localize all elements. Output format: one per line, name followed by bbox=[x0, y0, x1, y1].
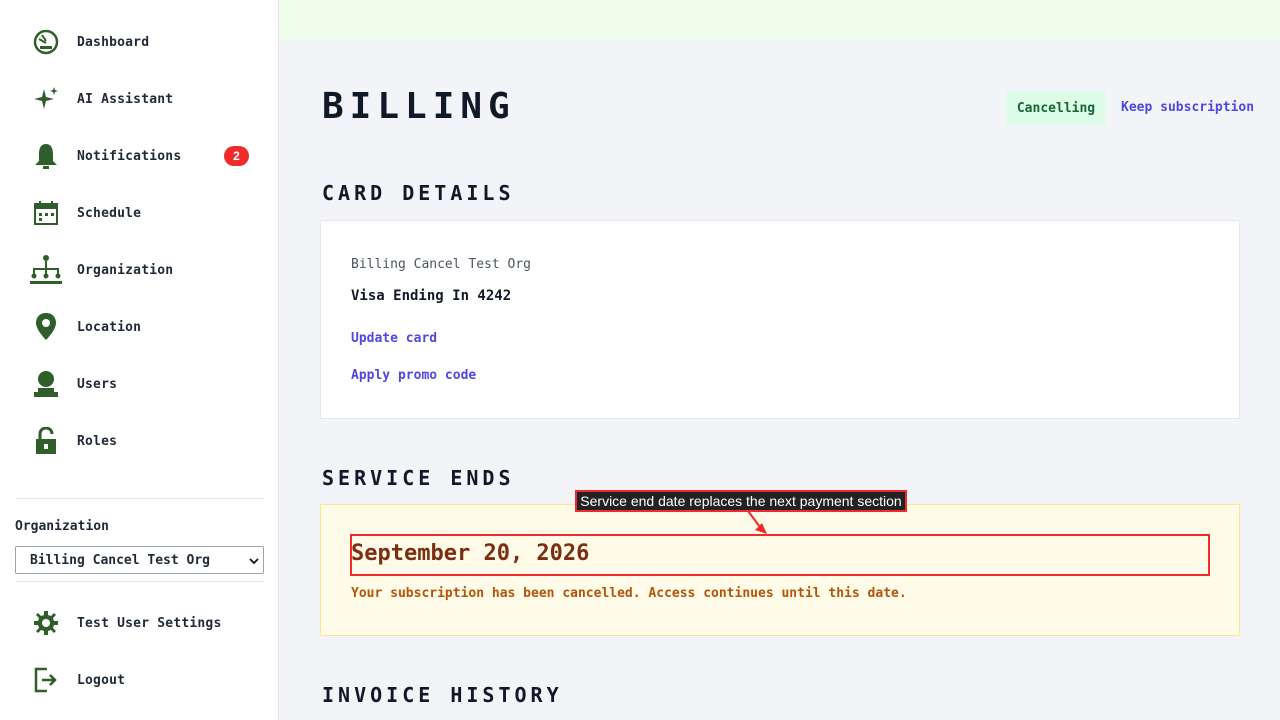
cancellation-message: Your subscription has been cancelled. Ac… bbox=[351, 586, 907, 601]
annotation-highlight-box bbox=[350, 534, 1210, 576]
card-details-panel: Billing Cancel Test Org Visa Ending In 4… bbox=[320, 220, 1240, 419]
organization-label: Organization bbox=[15, 519, 109, 534]
sparkle-icon bbox=[30, 83, 62, 115]
sidebar-item-settings[interactable]: Test User Settings bbox=[30, 603, 260, 643]
sidebar-item-label: Logout bbox=[77, 672, 126, 688]
sidebar-divider bbox=[15, 581, 264, 582]
card-details-heading: CARD DETAILS bbox=[322, 181, 515, 205]
sidebar-item-label: Notifications bbox=[77, 148, 182, 164]
sidebar-item-logout[interactable]: Logout bbox=[30, 660, 260, 700]
sidebar-item-schedule[interactable]: Schedule bbox=[30, 193, 260, 233]
organization-select[interactable]: Billing Cancel Test Org bbox=[15, 546, 264, 574]
sidebar-item-label: Schedule bbox=[77, 205, 142, 221]
sidebar-item-label: Location bbox=[77, 319, 142, 335]
sidebar-item-ai-assistant[interactable]: AI Assistant bbox=[30, 79, 260, 119]
top-banner bbox=[280, 0, 1280, 40]
keep-subscription-link[interactable]: Keep subscription bbox=[1121, 100, 1254, 115]
sidebar-item-organization[interactable]: Organization bbox=[30, 250, 260, 290]
truncated-nav-icon bbox=[34, 485, 56, 493]
sidebar-item-roles[interactable]: Roles bbox=[30, 421, 260, 461]
sidebar-item-label: Dashboard bbox=[77, 34, 150, 50]
sidebar-item-label: Organization bbox=[77, 262, 174, 278]
chevron-down-icon bbox=[249, 555, 259, 570]
sidebar-item-users[interactable]: Users bbox=[30, 364, 260, 404]
sidebar-divider bbox=[15, 498, 264, 499]
gear-icon bbox=[30, 607, 62, 639]
sidebar-item-label: AI Assistant bbox=[77, 91, 174, 107]
organization-select-value: Billing Cancel Test Org bbox=[30, 552, 211, 568]
sidebar-item-label: Users bbox=[77, 376, 118, 392]
sidebar-item-location[interactable]: Location bbox=[30, 307, 260, 347]
invoice-history-heading: INVOICE HISTORY bbox=[322, 683, 563, 707]
lock-icon bbox=[30, 425, 62, 457]
subscription-status-badge: Cancelling bbox=[1006, 91, 1106, 125]
page-title: BILLING bbox=[322, 86, 516, 127]
apply-promo-code-link[interactable]: Apply promo code bbox=[351, 368, 476, 383]
sidebar-item-dashboard[interactable]: Dashboard bbox=[30, 22, 260, 62]
user-icon bbox=[30, 368, 62, 400]
dashboard-icon bbox=[30, 26, 62, 58]
update-card-link[interactable]: Update card bbox=[351, 331, 437, 346]
sidebar-item-label: Test User Settings bbox=[77, 615, 222, 631]
bell-icon bbox=[30, 140, 62, 172]
calendar-icon bbox=[30, 197, 62, 229]
service-ends-heading: SERVICE ENDS bbox=[322, 466, 515, 490]
org-chart-icon bbox=[30, 254, 62, 286]
sidebar-item-notifications[interactable]: Notifications 2 bbox=[30, 136, 260, 176]
notification-count-badge: 2 bbox=[224, 146, 249, 166]
logout-icon bbox=[30, 664, 62, 696]
map-pin-icon bbox=[30, 311, 62, 343]
annotation-arrow-icon bbox=[747, 510, 767, 534]
sidebar-item-label: Roles bbox=[77, 433, 118, 449]
sidebar: Dashboard AI Assistant Notifications 2 S… bbox=[0, 0, 279, 720]
annotation-label: Service end date replaces the next payme… bbox=[575, 490, 907, 512]
billing-org-name: Billing Cancel Test Org bbox=[351, 257, 532, 272]
card-description: Visa Ending In 4242 bbox=[351, 288, 512, 304]
